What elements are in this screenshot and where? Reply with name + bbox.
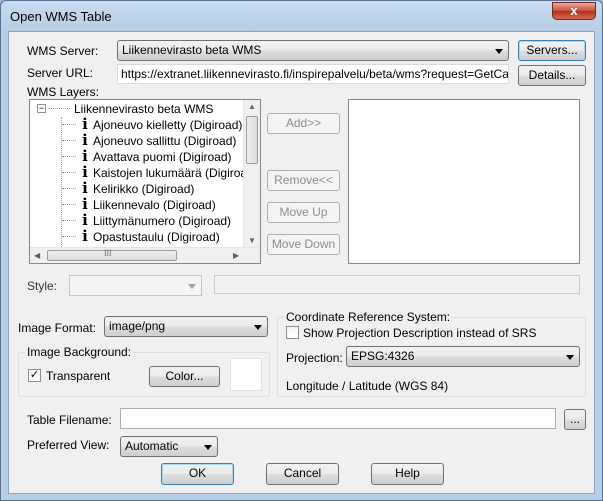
dialog-client-area: WMS Server: Liikennevirasto beta WMS Ser… — [8, 31, 595, 494]
layer-item[interactable]: Opastustaulu (Digiroad) — [93, 229, 220, 245]
chevron-down-icon — [254, 325, 262, 330]
move-down-button[interactable]: Move Down — [267, 234, 340, 255]
window-title: Open WMS Table — [10, 9, 112, 24]
server-url-value: https://extranet.liikennevirasto.fi/insp… — [121, 67, 509, 81]
checkmark-icon: ✓ — [29, 369, 40, 381]
help-button[interactable]: Help — [371, 463, 444, 485]
info-icon: i — [82, 195, 88, 213]
image-background-label: Image Background: — [25, 345, 134, 359]
color-button[interactable]: Color... — [149, 366, 220, 387]
layers-vertical-scrollbar[interactable]: ▲ ▼ — [243, 100, 260, 248]
image-format-label: Image Format: — [18, 321, 97, 335]
info-icon: i — [82, 163, 88, 181]
info-icon: i — [82, 211, 88, 229]
scroll-thumb[interactable]: III — [47, 248, 177, 261]
servers-button[interactable]: Servers... — [518, 40, 586, 61]
transparent-checkbox[interactable]: ✓ — [28, 369, 41, 382]
layer-item[interactable]: Avattava puomi (Digiroad) — [93, 149, 232, 165]
table-filename-value — [121, 411, 124, 425]
move-up-button[interactable]: Move Up — [267, 202, 340, 223]
projection-value: EPSG:4326 — [351, 349, 415, 363]
add-layer-button[interactable]: Add>> — [267, 113, 340, 134]
ok-button[interactable]: OK — [161, 463, 234, 485]
table-filename-input[interactable] — [120, 408, 556, 429]
projection-label: Projection: — [286, 351, 343, 365]
server-url-label: Server URL: — [27, 66, 94, 80]
preferred-view-label: Preferred View: — [27, 438, 110, 452]
remove-layer-button[interactable]: Remove<< — [267, 170, 340, 191]
projection-description: Longitude / Latitude (WGS 84) — [286, 379, 449, 393]
image-format-dropdown[interactable]: image/png — [104, 316, 268, 337]
wms-server-value: Liikennevirasto beta WMS — [122, 43, 262, 57]
scroll-down-icon[interactable]: ▼ — [248, 236, 256, 245]
cancel-button[interactable]: Cancel — [266, 463, 339, 485]
scroll-right-icon[interactable]: ▶ — [233, 251, 239, 260]
tree-root-item[interactable]: Liikennevirasto beta WMS — [74, 101, 213, 117]
scroll-thumb[interactable] — [246, 116, 258, 164]
image-format-value: image/png — [109, 319, 166, 333]
info-icon: i — [82, 227, 88, 245]
info-icon: i — [82, 131, 88, 149]
preferred-view-value: Automatic — [125, 439, 179, 453]
transparent-label: Transparent — [46, 369, 111, 383]
chevron-down-icon — [188, 284, 196, 289]
style-description-field — [214, 275, 580, 294]
show-projection-checkbox[interactable] — [286, 326, 299, 339]
info-icon: i — [82, 115, 88, 133]
collapse-icon[interactable]: − — [37, 104, 46, 113]
table-filename-label: Table Filename: — [27, 413, 112, 427]
dialog-window: Open WMS Table x WMS Server: Liikennevir… — [0, 0, 603, 501]
wms-layers-label: WMS Layers: — [27, 85, 100, 99]
grip-icon: III — [104, 248, 112, 258]
layer-item[interactable]: Kelirikko (Digiroad) — [93, 181, 194, 197]
scroll-up-icon[interactable]: ▲ — [248, 102, 256, 111]
close-button[interactable]: x — [552, 2, 596, 20]
chevron-down-icon — [204, 445, 212, 450]
layer-item[interactable]: Ajoneuvo kielletty (Digiroad) — [93, 117, 242, 133]
chevron-down-icon — [566, 355, 574, 360]
server-url-field: https://extranet.liikennevirasto.fi/insp… — [117, 64, 509, 84]
layer-item[interactable]: Liittymänumero (Digiroad) — [93, 213, 231, 229]
layers-horizontal-scrollbar[interactable]: ◀ III ▶ — [30, 247, 260, 263]
wms-server-label: WMS Server: — [27, 44, 99, 58]
wms-layers-tree[interactable]: − Liikennevirasto beta WMS i Ajoneuvo ki… — [29, 99, 261, 264]
preferred-view-dropdown[interactable]: Automatic — [120, 436, 218, 457]
crs-title: Coordinate Reference System: — [284, 310, 453, 324]
details-button[interactable]: Details... — [518, 65, 586, 86]
chevron-down-icon — [495, 49, 503, 54]
wms-server-dropdown[interactable]: Liikennevirasto beta WMS — [117, 40, 509, 61]
scroll-left-icon[interactable]: ◀ — [34, 251, 40, 260]
selected-layers-list[interactable] — [348, 99, 580, 264]
title-bar[interactable]: Open WMS Table x — [1, 1, 602, 31]
info-icon: i — [82, 147, 88, 165]
show-projection-label: Show Projection Description instead of S… — [303, 326, 537, 340]
layer-item[interactable]: Ajoneuvo sallittu (Digiroad) — [93, 133, 236, 149]
projection-dropdown[interactable]: EPSG:4326 — [346, 346, 580, 367]
layer-item[interactable]: Kaistojen lukumäärä (Digiroad) — [93, 165, 258, 181]
info-icon: i — [82, 179, 88, 197]
background-color-swatch — [230, 358, 262, 391]
layer-item[interactable]: Liikennevalo (Digiroad) — [93, 197, 216, 213]
style-label: Style: — [27, 279, 58, 293]
close-icon: x — [570, 3, 578, 18]
browse-button[interactable]: ... — [564, 409, 586, 430]
style-dropdown[interactable] — [69, 275, 202, 296]
